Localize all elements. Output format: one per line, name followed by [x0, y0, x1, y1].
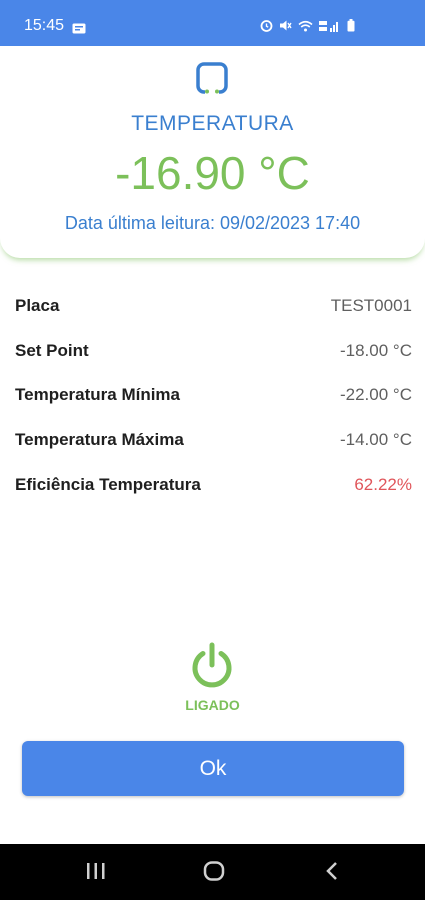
recents-icon[interactable]	[86, 862, 106, 885]
detail-label: Set Point	[15, 341, 89, 360]
message-icon	[72, 21, 86, 39]
header-title: TEMPERATURA	[131, 112, 294, 135]
device-icon	[195, 62, 229, 96]
detail-row-placa: Placa TEST0001	[15, 293, 412, 319]
home-icon[interactable]	[203, 861, 225, 886]
power-status-label: LIGADO	[185, 697, 240, 713]
detail-row-temp-min: Temperatura Mínima -22.00 °C	[15, 382, 412, 408]
current-temperature: -16.90 °C	[115, 147, 310, 199]
status-bar: 15:45	[0, 0, 425, 46]
detail-label: Eficiência Temperatura	[15, 475, 201, 494]
detail-label: Temperatura Mínima	[15, 385, 181, 404]
detail-label: Placa	[15, 296, 60, 315]
back-icon[interactable]	[325, 861, 339, 886]
mute-icon	[279, 19, 292, 37]
ok-button-label: Ok	[199, 756, 227, 780]
ok-button[interactable]: Ok	[22, 741, 404, 796]
detail-value: TEST0001	[330, 296, 412, 315]
status-icons	[260, 19, 355, 37]
detail-row-temp-max: Temperatura Máxima -14.00 °C	[15, 427, 412, 453]
signal-lte-icon	[319, 19, 341, 37]
detail-value: -18.00 °C	[339, 341, 412, 360]
status-time: 15:45	[24, 17, 65, 34]
efficiency-value: 62.22%	[354, 475, 412, 494]
last-reading-date: Data última leitura: 09/02/2023 17:40	[64, 213, 361, 233]
detail-value: -14.00 °C	[339, 430, 412, 449]
detail-row-set-point: Set Point -18.00 °C	[15, 338, 412, 364]
detail-label: Temperatura Máxima	[15, 430, 184, 449]
detail-row-efficiency: Eficiência Temperatura 62.22%	[15, 472, 412, 498]
battery-icon	[347, 19, 355, 37]
navigation-bar	[0, 844, 425, 900]
power-icon[interactable]	[187, 641, 237, 691]
alarm-icon	[260, 19, 273, 37]
wifi-icon	[298, 19, 313, 37]
detail-value: -22.00 °C	[339, 385, 412, 404]
